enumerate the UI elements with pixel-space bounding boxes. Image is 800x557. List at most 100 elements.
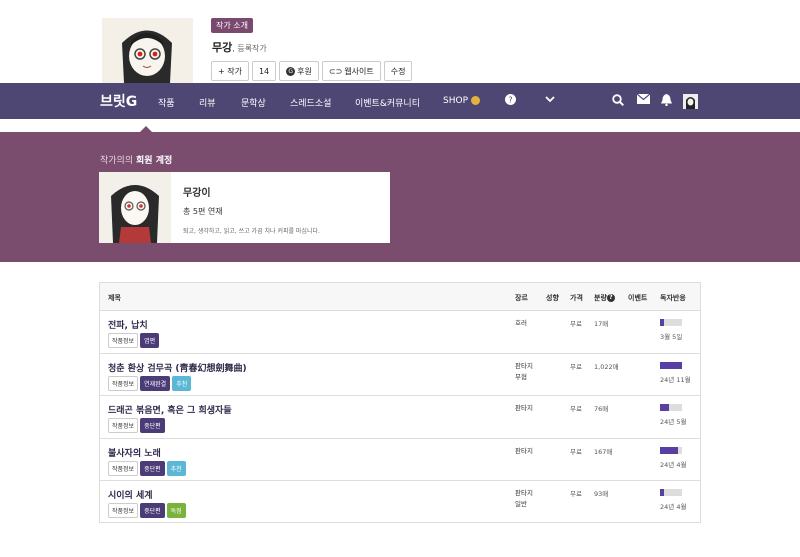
reaction-bar-fill	[660, 404, 669, 412]
nav-item-works[interactable]: 작품	[158, 96, 175, 109]
work-title[interactable]: 드래곤 볶음면, 혹은 그 희생자들	[108, 403, 232, 416]
work-length-tag: 중단편	[140, 418, 165, 434]
reaction-bar-fill	[660, 489, 665, 497]
author-type: , 등록작가	[232, 44, 267, 53]
col-genre[interactable]: 장르	[515, 293, 528, 303]
table-row[interactable]: 드래곤 볶음면, 혹은 그 희생자들 작품정보 중단편 판타지 무료 76매 2…	[100, 396, 700, 439]
work-price: 무료	[570, 405, 582, 414]
member-description: 퇴고, 생각하고, 읽고, 쓰고 가끔 치나 커피를 마십니다.	[183, 228, 320, 235]
site-logo[interactable]: 브릿G	[100, 91, 137, 111]
col-size-label: 분량	[594, 294, 607, 302]
work-genre-1: 판타지	[515, 489, 533, 498]
work-length-tag: 엽편	[140, 333, 160, 348]
work-tags: 작품정보 연재완결 추천	[108, 375, 192, 391]
work-genre: 호러	[515, 318, 527, 329]
work-genre-1: 호러	[515, 319, 527, 327]
works-table: 제목 장르 성향 가격 분량? 이벤트 독자반응 전파, 납치 작품정보 엽편 …	[99, 282, 701, 523]
svg-text:?: ?	[508, 96, 512, 105]
table-row[interactable]: 시이의 세계 작품정보 중단편 독점 판타지 일반 무료 93매 24년 4월	[100, 481, 700, 524]
member-name: 무강이	[183, 188, 211, 199]
follow-author-button[interactable]: + 작가	[211, 61, 249, 81]
member-card[interactable]: 무강이 총 5편 연재 퇴고, 생각하고, 읽고, 쓰고 가끔 치나 커피를 마…	[99, 172, 390, 243]
author-avatar[interactable]	[102, 18, 193, 83]
work-date: 24년 11월	[660, 375, 691, 384]
shop-label: SHOP	[443, 96, 468, 106]
sponsor-icon: G	[286, 66, 296, 76]
chevron-down-icon[interactable]	[545, 94, 555, 107]
website-button[interactable]: ⊂⊃ 웹사이트	[321, 61, 381, 81]
work-genre-2: 무협	[515, 372, 527, 381]
work-date: 24년 4월	[660, 460, 687, 469]
reaction-bar	[660, 404, 682, 412]
mail-icon[interactable]	[636, 93, 651, 107]
col-size[interactable]: 분량?	[594, 293, 615, 303]
work-genre: 판타지 일반	[515, 488, 533, 510]
work-title[interactable]: 시이의 세계	[108, 488, 153, 501]
work-info-tag[interactable]: 작품정보	[108, 418, 139, 434]
work-size: 1,022매	[594, 362, 619, 371]
work-date: 24년 4월	[660, 503, 687, 512]
sponsor-label: 후원	[297, 66, 312, 76]
recommend-tag: 추천	[172, 375, 192, 391]
work-genre-1: 판타지	[515, 361, 533, 370]
work-title[interactable]: 청춘 환상 검무곡 (靑春幻想劍舞曲)	[108, 361, 247, 374]
nav-item-events-community[interactable]: 이벤트&커뮤니티	[355, 96, 420, 109]
work-size: 167매	[594, 447, 613, 456]
work-price: 무료	[570, 490, 582, 499]
col-tendency[interactable]: 성향	[546, 293, 559, 303]
nav-item-literary-award[interactable]: 문학상	[241, 96, 266, 109]
col-price[interactable]: 가격	[570, 293, 583, 303]
nav-item-shop[interactable]: SHOP	[443, 96, 480, 106]
bell-icon[interactable]	[661, 94, 672, 109]
user-avatar[interactable]	[683, 94, 698, 112]
member-card-body: 무강이 총 5편 연재 퇴고, 생각하고, 읽고, 쓰고 가끔 치나 커피를 마…	[171, 172, 320, 243]
work-info-tag[interactable]: 작품정보	[108, 503, 139, 519]
work-title[interactable]: 불사자의 노래	[108, 446, 161, 459]
work-info-tag[interactable]: 작품정보	[108, 375, 139, 391]
col-event[interactable]: 이벤트	[628, 293, 647, 303]
work-price: 무료	[570, 362, 582, 371]
work-genre-1: 판타지	[515, 446, 533, 455]
member-avatar	[99, 172, 171, 243]
table-header: 제목 장르 성향 가격 분량? 이벤트 독자반응	[100, 283, 700, 311]
section-title: 작가의의 회원 계정	[100, 156, 173, 166]
reaction-bar-fill	[660, 319, 665, 326]
author-name[interactable]: 무강, 등록작가	[212, 39, 267, 55]
link-icon: ⊂⊃	[328, 66, 343, 76]
work-title[interactable]: 전파, 납치	[108, 318, 148, 331]
col-reaction[interactable]: 독자반응	[660, 293, 686, 303]
col-title[interactable]: 제목	[108, 293, 121, 303]
work-date: 24년 5월	[660, 418, 687, 427]
work-size: 76매	[594, 405, 609, 414]
work-genre-1: 판타지	[515, 404, 533, 413]
reaction-bar	[660, 361, 682, 369]
table-row[interactable]: 청춘 환상 검무곡 (靑春幻想劍舞曲) 작품정보 연재완결 추천 판타지무협 무…	[100, 354, 700, 397]
reaction-bar	[660, 446, 682, 454]
work-size: 17매	[594, 320, 609, 328]
reaction-bar-fill	[660, 446, 678, 454]
size-help-icon: ?	[606, 294, 615, 302]
help-icon[interactable]: ?	[505, 94, 516, 108]
work-length-tag: 중단편	[140, 503, 165, 519]
author-profile: 작가 소개 무강, 등록작가 + 작가 14 G 후원 ⊂⊃ 웹사이트 수정	[0, 0, 800, 83]
work-tags: 작품정보 중단편 추천	[108, 460, 186, 476]
work-size: 93매	[594, 490, 609, 499]
author-name-text: 무강	[212, 41, 233, 54]
section-title-prefix: 작가의	[100, 156, 125, 166]
shop-coin-icon	[470, 96, 480, 105]
edit-button[interactable]: 수정	[383, 61, 413, 81]
reaction-bar-fill	[660, 361, 682, 369]
section-title-bold: 회원 계정	[136, 156, 173, 166]
work-genre: 판타지	[515, 403, 533, 414]
follower-count-text: 14	[258, 66, 270, 76]
sponsor-button[interactable]: G 후원	[279, 61, 319, 81]
nav-item-thread-novel[interactable]: 스레드소설	[290, 96, 331, 109]
nav-item-reviews[interactable]: 리뷰	[199, 96, 216, 109]
table-row[interactable]: 불사자의 노래 작품정보 중단편 추천 판타지 무료 167매 24년 4월	[100, 439, 700, 482]
work-status-tag: 연재완결	[140, 375, 171, 391]
table-row[interactable]: 전파, 납치 작품정보 엽편 호러 무료 17매 3월 5일	[100, 311, 700, 354]
search-icon[interactable]	[612, 94, 625, 109]
work-info-tag[interactable]: 작품정보	[108, 333, 139, 348]
work-info-tag[interactable]: 작품정보	[108, 460, 139, 476]
work-price: 무료	[570, 320, 582, 328]
